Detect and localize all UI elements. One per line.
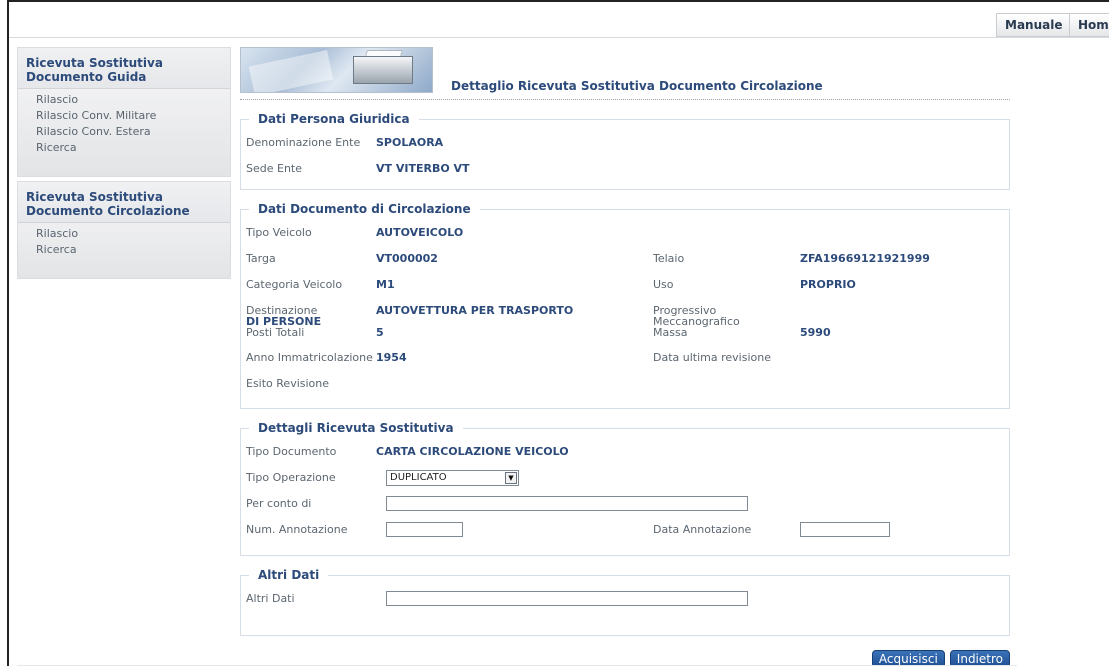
data-revisione-label: Data ultima revisione [653, 351, 771, 364]
manuale-button[interactable]: Manuale [996, 13, 1069, 37]
sede-label: Sede Ente [246, 162, 302, 175]
per-conto-label: Per conto di [246, 497, 312, 510]
indietro-button[interactable]: Indietro [949, 650, 1010, 666]
targa-label: Targa [246, 252, 276, 265]
telaio-label: Telaio [653, 252, 685, 265]
page-header: Dettaglio Ricevuta Sostitutiva Documento… [240, 47, 1010, 100]
section-legend: Altri Dati [258, 568, 320, 582]
massa-label: Massa [653, 326, 688, 339]
sidebar: Ricevuta Sostitutiva Documento Guida Ril… [17, 47, 231, 283]
sidebar-title-guida: Ricevuta Sostitutiva Documento Guida [18, 48, 230, 89]
altri-dati-section: Altri Dati Altri Dati [240, 568, 1010, 636]
altri-dati-label: Altri Dati [246, 592, 295, 605]
persona-giuridica-section: Dati Persona Giuridica Denominazione Ent… [240, 112, 1010, 190]
data-annotazione-label: Data Annotazione [653, 523, 752, 536]
sidebar-section-guida: Ricevuta Sostitutiva Documento Guida Ril… [17, 47, 231, 177]
sidebar-item-ricerca[interactable]: Ricerca [18, 242, 230, 258]
anno-label: Anno Immatricolazione [246, 351, 373, 364]
telaio-value: ZFA19669121921999 [800, 252, 930, 265]
denominazione-label: Denominazione Ente [246, 136, 361, 149]
tipo-documento-label: Tipo Documento [246, 445, 337, 458]
sidebar-title-circolazione: Ricevuta Sostitutiva Documento Circolazi… [18, 182, 230, 223]
sidebar-item-rilascio[interactable]: Rilascio [18, 92, 230, 108]
page-title: Dettaglio Ricevuta Sostitutiva Documento… [451, 79, 823, 93]
posti-label: Posti Totali [246, 326, 305, 339]
tipo-operazione-select[interactable]: DUPLICATO ▼ [386, 470, 519, 486]
targa-value: VT000002 [376, 252, 438, 265]
sidebar-section-circolazione: Ricevuta Sostitutiva Documento Circolazi… [17, 181, 231, 279]
categoria-value: M1 [376, 278, 395, 291]
tipo-operazione-label: Tipo Operazione [246, 471, 336, 484]
acquisisci-button[interactable]: Acquisisci [871, 650, 945, 666]
app-frame: Manuale Home Ricevuta Sostitutiva Docume… [7, 0, 1109, 666]
num-annotazione-label: Num. Annotazione [246, 523, 348, 536]
sede-value: VT VITERBO VT [376, 162, 470, 175]
altri-dati-input[interactable] [386, 591, 748, 606]
num-annotazione-input[interactable] [386, 522, 463, 537]
categoria-label: Categoria Veicolo [246, 278, 343, 291]
header-divider [9, 37, 1109, 38]
uso-value: PROPRIO [800, 278, 856, 291]
tipo-veicolo-value: AUTOVEICOLO [376, 226, 464, 239]
tipo-veicolo-label: Tipo Veicolo [246, 226, 312, 239]
anno-value: 1954 [376, 351, 407, 364]
tipo-operazione-selected: DUPLICATO [390, 472, 447, 483]
sidebar-item-rilascio-conv-militare[interactable]: Rilascio Conv. Militare [18, 108, 230, 124]
documento-circolazione-section: Dati Documento di Circolazione Tipo Veic… [240, 202, 1010, 409]
sidebar-item-rilascio[interactable]: Rilascio [18, 226, 230, 242]
section-legend: Dati Documento di Circolazione [258, 202, 471, 216]
top-navigation: Manuale Home [996, 13, 1109, 37]
home-button[interactable]: Home [1069, 13, 1109, 37]
main-content: Dettaglio Ricevuta Sostitutiva Documento… [240, 47, 1010, 666]
destinazione-value-line1: AUTOVETTURA PER TRASPORTO [376, 304, 574, 317]
massa-value: 5990 [800, 326, 831, 339]
denominazione-value: SPOLAORA [376, 136, 444, 149]
esito-revisione-label: Esito Revisione [246, 377, 330, 390]
per-conto-input[interactable] [386, 496, 748, 511]
uso-label: Uso [653, 278, 674, 291]
posti-value: 5 [376, 326, 384, 339]
tipo-documento-value: CARTA CIRCOLAZIONE VEICOLO [376, 445, 569, 458]
action-buttons: Acquisisci Indietro [871, 650, 1010, 666]
data-annotazione-input[interactable] [800, 522, 890, 537]
chevron-down-icon[interactable]: ▼ [505, 472, 517, 484]
sidebar-item-rilascio-conv-estera[interactable]: Rilascio Conv. Estera [18, 124, 230, 140]
section-legend: Dati Persona Giuridica [258, 112, 410, 126]
section-legend: Dettagli Ricevuta Sostitutiva [258, 421, 454, 435]
sidebar-item-ricerca[interactable]: Ricerca [18, 140, 230, 156]
dettagli-ricevuta-section: Dettagli Ricevuta Sostitutiva Tipo Docum… [240, 421, 1010, 556]
printer-banner-image [240, 47, 433, 93]
